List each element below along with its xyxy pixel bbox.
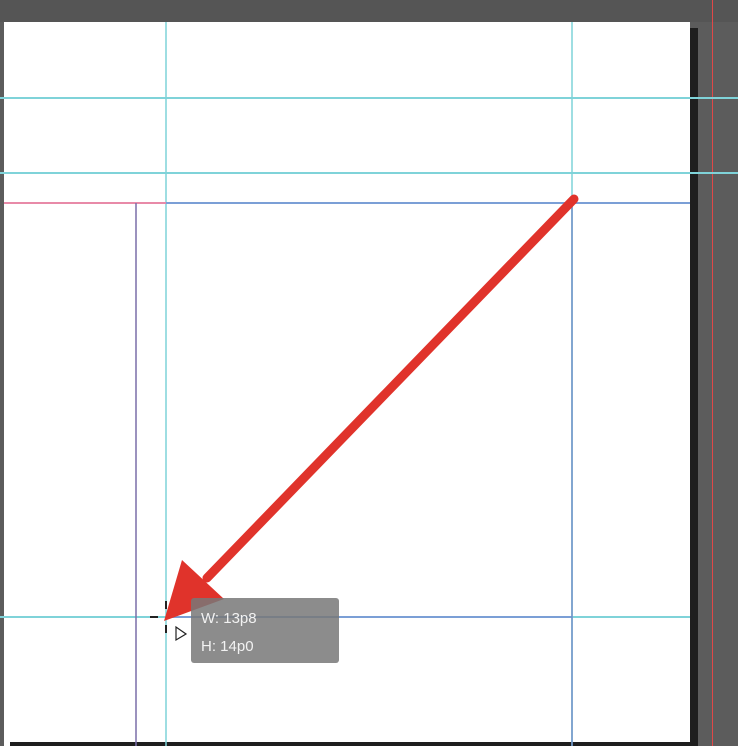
height-readout: H: 14p0: [201, 639, 254, 654]
arrow-cursor-icon: [175, 625, 188, 642]
width-label: W:: [201, 610, 220, 627]
layout-canvas[interactable]: W: 13p8 H: 14p0: [0, 0, 738, 746]
width-readout: W: 13p8: [201, 611, 257, 626]
dimension-tooltip: W: 13p8 H: 14p0: [191, 598, 339, 663]
height-value: 14p0: [220, 638, 254, 655]
guides-layer: [0, 22, 738, 746]
width-value: 13p8: [223, 610, 257, 627]
height-label: H:: [201, 638, 216, 655]
red-annotation-arrow: [164, 194, 579, 621]
